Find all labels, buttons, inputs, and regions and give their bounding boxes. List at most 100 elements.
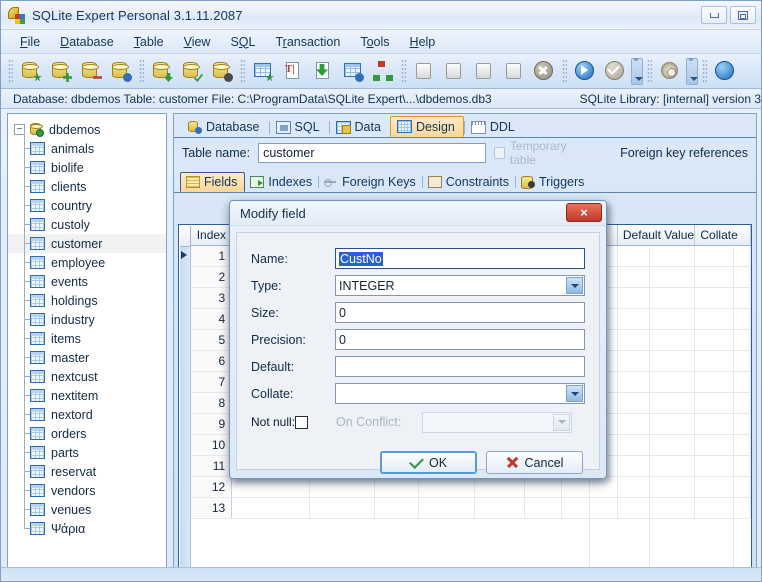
tree-item-nextitem[interactable]: nextitem (8, 376, 166, 405)
tab-design-label: Design (415, 119, 455, 134)
menu-sql[interactable]: SQL (221, 32, 264, 52)
tree-root-dbdemos[interactable]: − dbdemos (8, 120, 166, 139)
toolbar-grip-5[interactable] (562, 59, 567, 83)
tree-item-biolife[interactable]: biolife (8, 148, 166, 177)
dialog-size-input[interactable]: 0 (335, 302, 585, 323)
options-gear-icon[interactable] (656, 58, 684, 85)
restore-button[interactable] (730, 6, 756, 24)
dialog-name-input[interactable]: CustNo (335, 248, 585, 269)
table-properties-icon[interactable] (339, 58, 367, 85)
toolbar-grip-3[interactable] (240, 59, 245, 83)
table-name-input[interactable]: customer (258, 143, 486, 163)
minimize-button[interactable] (701, 6, 727, 24)
tree-item-holdings[interactable]: holdings (8, 281, 166, 310)
dialog-precision-input[interactable]: 0 (335, 329, 585, 350)
minimize-icon (709, 12, 719, 18)
tree-item-items[interactable]: items (8, 319, 166, 348)
menu-database[interactable]: Database (51, 32, 123, 52)
tree-item-animals[interactable]: animals (8, 129, 166, 158)
new-table-icon[interactable] (249, 58, 277, 85)
tree-item-reservat[interactable]: reservat (8, 452, 166, 481)
save-query-icon[interactable] (470, 58, 498, 85)
remove-database-icon[interactable] (77, 58, 105, 85)
relations-icon[interactable] (369, 58, 397, 85)
tree-item-ψάρια[interactable]: Ψάρια (8, 509, 166, 538)
open-query-icon[interactable] (440, 58, 468, 85)
tree-item-venues[interactable]: venues (8, 490, 166, 519)
new-database-icon[interactable] (17, 58, 45, 85)
subtab-triggers[interactable]: Triggers (515, 172, 591, 192)
menu-help[interactable]: Help (401, 32, 445, 52)
tab-database[interactable]: Database (180, 116, 269, 137)
tab-sql[interactable]: SQL (268, 116, 329, 137)
grid-header-collate[interactable]: Collate (695, 225, 752, 245)
grid-header-default-value[interactable]: Default Value (618, 225, 696, 245)
menu-file[interactable]: File (11, 32, 49, 52)
tree-item-customer[interactable]: customer (8, 224, 166, 253)
validate-sql-icon[interactable] (601, 58, 629, 85)
tree-item-events[interactable]: events (8, 262, 166, 291)
execute-sql-icon[interactable] (571, 58, 599, 85)
dialog-type-combo[interactable]: INTEGER (335, 275, 585, 296)
subtab-indexes[interactable]: Indexes (244, 172, 319, 192)
grid-cell (375, 498, 420, 518)
compact-database-icon[interactable] (208, 58, 236, 85)
tab-data[interactable]: Data (328, 116, 390, 137)
tree-item-parts[interactable]: parts (8, 433, 166, 462)
rename-table-icon[interactable]: T| (279, 58, 307, 85)
tree-item-industry[interactable]: industry (8, 300, 166, 329)
options-dropdown-icon[interactable] (686, 57, 698, 85)
dialog-not-null-row: Not null: On Conflict: (251, 407, 585, 437)
new-query-icon[interactable] (410, 58, 438, 85)
dialog-ok-button[interactable]: OK (380, 451, 477, 474)
grid-cell (695, 477, 751, 497)
tree-item-custoly[interactable]: custoly (8, 205, 166, 234)
toolbar-grip-6[interactable] (647, 59, 652, 83)
close-icon: × (580, 205, 588, 220)
tree-item-country[interactable]: country (8, 186, 166, 215)
tab-ddl[interactable]: DDL (463, 116, 524, 137)
menu-view[interactable]: View (175, 32, 220, 52)
tree-item-clients[interactable]: clients (8, 167, 166, 196)
query-builder-icon[interactable] (500, 58, 528, 85)
tree-item-label: custoly (51, 217, 90, 232)
help-circle-icon[interactable] (711, 58, 739, 85)
database-properties-icon[interactable] (107, 58, 135, 85)
dialog-not-null-checkbox[interactable] (295, 415, 309, 429)
add-database-icon[interactable] (47, 58, 75, 85)
verify-database-icon[interactable] (178, 58, 206, 85)
toolbar-grip-2[interactable] (139, 59, 144, 83)
tree-item-nextord[interactable]: nextord (8, 395, 166, 424)
tree-item-nextcust[interactable]: nextcust (8, 357, 166, 386)
toolbar-grip-4[interactable] (401, 59, 406, 83)
dialog-cancel-button[interactable]: Cancel (486, 451, 583, 474)
tree-item-master[interactable]: master (8, 338, 166, 367)
table-row[interactable]: 13 (191, 498, 751, 519)
tree-item-vendors[interactable]: vendors (8, 471, 166, 500)
close-query-icon[interactable] (530, 58, 558, 85)
subtab-foreign-keys[interactable]: Foreign Keys (318, 172, 423, 192)
toolbar-group-options (655, 57, 699, 85)
grid-header-index[interactable]: Index (191, 225, 233, 245)
toolbar-grip-7[interactable] (702, 59, 707, 83)
subtab-fields[interactable]: Fields (180, 172, 246, 192)
tab-design[interactable]: Design (389, 116, 464, 137)
tree-item-orders[interactable]: orders (8, 414, 166, 443)
menu-transaction[interactable]: Transaction (266, 32, 349, 52)
chevron-down-icon[interactable] (566, 277, 583, 294)
dialog-collate-combo[interactable] (335, 383, 585, 404)
tab-sql-label: SQL (294, 120, 320, 134)
refresh-table-icon[interactable] (309, 58, 337, 85)
menu-table[interactable]: Table (125, 32, 173, 52)
refresh-database-icon[interactable] (148, 58, 176, 85)
subtab-constraints[interactable]: Constraints (421, 172, 516, 192)
chevron-down-icon-collate[interactable] (566, 385, 583, 402)
tree-item-employee[interactable]: employee (8, 243, 166, 272)
dialog-default-input[interactable] (335, 356, 585, 377)
grid-cell-index: 3 (191, 288, 233, 308)
sqlite-library-text: SQLite Library: [internal] version 3 (579, 91, 761, 106)
execute-dropdown-icon[interactable] (631, 57, 643, 85)
dialog-close-button[interactable]: × (566, 203, 602, 222)
toolbar-grip[interactable] (8, 59, 13, 83)
menu-tools[interactable]: Tools (351, 32, 398, 52)
